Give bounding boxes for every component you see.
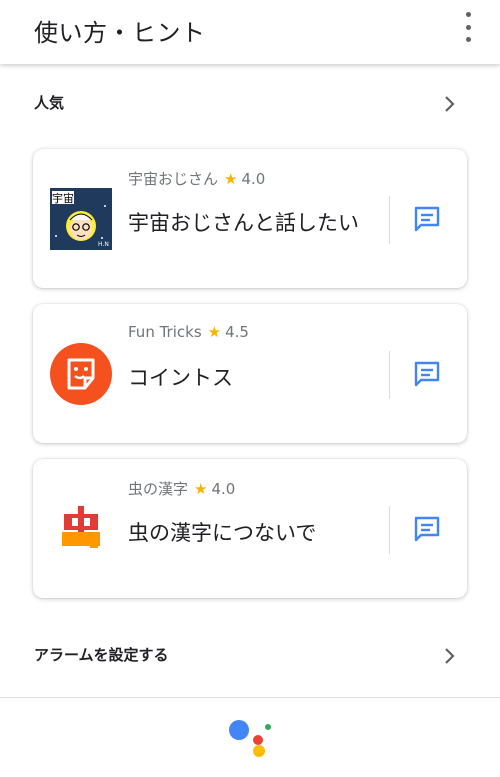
provider-name: 虫の漢字 (128, 480, 189, 498)
action-card[interactable]: 宇宙 H.N 宇宙おじさん ★ 4.0 宇宙おじさんと話したい (33, 149, 467, 288)
divider (389, 506, 390, 554)
section-alarm[interactable]: アラームを設定する (0, 636, 500, 676)
card-title: コイントス (128, 366, 233, 390)
star-icon: ★ (207, 323, 222, 341)
section-popular-label: 人気 (34, 94, 65, 112)
chat-icon[interactable] (411, 358, 443, 390)
chevron-right-icon[interactable] (440, 644, 460, 668)
section-popular[interactable]: 人気 (0, 84, 500, 124)
card-title: 宇宙おじさんと話したい (128, 211, 359, 235)
rating-value: 4.5 (225, 323, 249, 341)
page-title: 使い方・ヒント (34, 19, 206, 47)
footer-divider (0, 697, 500, 698)
google-assistant-icon[interactable] (226, 716, 276, 760)
divider (389, 196, 390, 244)
card-provider: 虫の漢字 ★ 4.0 (128, 478, 235, 499)
star-icon: ★ (224, 170, 238, 188)
action-card[interactable]: Fun Tricks ★ 4.5 コイントス (33, 304, 467, 443)
provider-name: Fun Tricks (128, 323, 202, 341)
svg-text:H.N: H.N (98, 241, 109, 248)
card-provider: Fun Tricks ★ 4.5 (128, 323, 249, 341)
chat-icon[interactable] (411, 203, 443, 235)
card-title: 虫の漢字につないで (128, 521, 317, 545)
action-card[interactable]: 虫の漢字 ★ 4.0 虫の漢字につないで (33, 459, 467, 598)
rating-value: 4.0 (211, 480, 236, 498)
more-vert-icon[interactable] (462, 12, 474, 42)
app-bar: 使い方・ヒント (0, 0, 500, 64)
svg-text:宇宙: 宇宙 (52, 191, 74, 205)
chat-icon[interactable] (411, 513, 443, 545)
rating-value: 4.0 (241, 170, 266, 188)
uchu-ojisan-avatar: 宇宙 H.N (50, 188, 112, 250)
section-alarm-label: アラームを設定する (34, 646, 169, 664)
chevron-right-icon[interactable] (440, 92, 460, 116)
fun-tricks-sticker-icon (50, 343, 112, 405)
star-icon: ★ (194, 480, 208, 498)
provider-name: 宇宙おじさん (128, 170, 219, 188)
mushi-kanji-icon (62, 506, 100, 548)
divider (389, 351, 390, 399)
card-provider: 宇宙おじさん ★ 4.0 (128, 168, 265, 189)
